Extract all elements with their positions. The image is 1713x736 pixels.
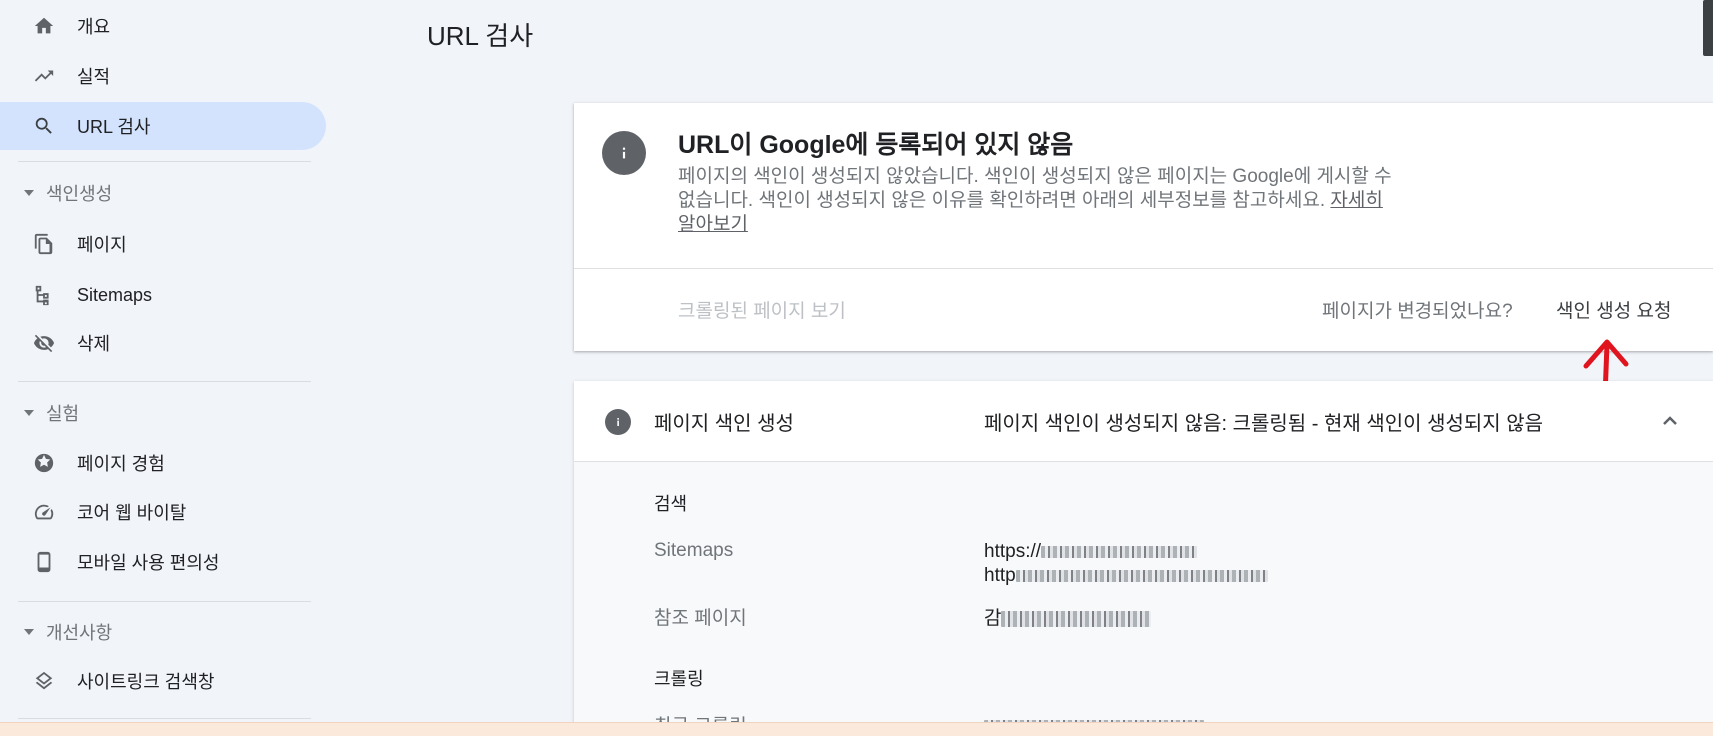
sidebar-item-label: 페이지 xyxy=(77,235,127,255)
sidebar-item-label: Sitemaps xyxy=(77,284,153,305)
referring-page-text: 감 xyxy=(984,608,1002,629)
info-icon xyxy=(605,409,631,435)
pages-icon xyxy=(32,232,56,256)
referring-page-value[interactable]: 감 xyxy=(984,603,1152,630)
crawl-heading: 크롤링 xyxy=(654,669,704,689)
sidebar-item-performance[interactable]: 실적 xyxy=(0,52,326,100)
section-title: 색인생성 xyxy=(46,184,113,204)
sitemaps-label: Sitemaps xyxy=(654,540,734,561)
home-icon xyxy=(32,14,56,38)
sitemap-url-2[interactable]: http xyxy=(984,565,1268,587)
page-indexing-header[interactable]: 페이지 색인 생성 페이지 색인이 생성되지 않음: 크롤링됨 - 현재 색인이… xyxy=(574,381,1713,462)
sitemap-url-1[interactable]: https:// xyxy=(984,541,1198,563)
status-description: 페이지의 색인이 생성되지 않았습니다. 색인이 생성되지 않은 페이지는 Go… xyxy=(678,165,1398,237)
view-crawled-page-button[interactable]: 크롤링된 페이지 보기 xyxy=(678,296,846,323)
sidebar: 개요 실적 URL 검사 색인생성 페이지 Sitemaps 삭제 실험 페이지… xyxy=(0,0,330,736)
sidebar-item-label: 실적 xyxy=(77,67,111,87)
card-actions: 크롤링된 페이지 보기 페이지가 변경되었나요? 색인 생성 요청 xyxy=(574,269,1713,351)
sitemap-url-2-text: http xyxy=(984,565,1016,586)
sidebar-item-label: 페이지 경험 xyxy=(77,454,165,474)
referring-page-label: 참조 페이지 xyxy=(654,608,747,629)
chevron-up-icon[interactable] xyxy=(1660,411,1680,431)
section-experiments[interactable]: 실험 xyxy=(0,395,79,431)
inspection-status-card: URL이 Google에 등록되어 있지 않음 페이지의 색인이 생성되지 않았… xyxy=(574,103,1713,351)
caret-down-icon xyxy=(24,190,34,196)
sidebar-item-sitemaps[interactable]: Sitemaps xyxy=(0,271,326,319)
sidebar-item-overview[interactable]: 개요 xyxy=(0,2,326,50)
discovery-heading: 검색 xyxy=(654,494,688,514)
redacted-text xyxy=(1015,569,1268,582)
eye-off-icon xyxy=(32,331,56,355)
status-title: URL이 Google에 등록되어 있지 않음 xyxy=(678,131,1074,159)
sidebar-divider xyxy=(18,601,311,602)
redacted-text xyxy=(1001,610,1152,627)
sitemap-icon xyxy=(32,283,56,307)
smartphone-icon xyxy=(32,550,56,574)
sidebar-item-core-web-vitals[interactable]: 코어 웹 바이탈 xyxy=(0,488,326,536)
caret-down-icon xyxy=(24,410,34,416)
page-indexing-panel: 페이지 색인 생성 페이지 색인이 생성되지 않음: 크롤링됨 - 현재 색인이… xyxy=(574,381,1713,736)
sidebar-divider xyxy=(18,718,311,719)
sidebar-divider xyxy=(18,381,311,382)
sidebar-item-pages[interactable]: 페이지 xyxy=(0,220,326,268)
sidebar-item-label: URL 검사 xyxy=(77,117,151,137)
request-indexing-button[interactable]: 색인 생성 요청 xyxy=(1556,296,1671,323)
sidebar-item-label: 코어 웹 바이탈 xyxy=(77,503,187,523)
section-enhancements[interactable]: 개선사항 xyxy=(0,614,112,650)
sidebar-item-label: 개요 xyxy=(77,17,111,37)
trending-up-icon xyxy=(32,64,56,88)
page-changed-question: 페이지가 변경되었나요? xyxy=(1322,301,1513,322)
redacted-text xyxy=(1041,545,1198,558)
layers-icon xyxy=(32,669,56,693)
sidebar-item-page-experience[interactable]: 페이지 경험 xyxy=(0,439,326,487)
search-icon xyxy=(32,114,56,138)
account-button[interactable] xyxy=(1703,0,1713,56)
page-title: URL 검사 xyxy=(427,21,534,51)
sidebar-item-url-inspection[interactable]: URL 검사 xyxy=(0,102,326,150)
page-indexing-title: 페이지 색인 생성 xyxy=(654,413,794,435)
page-indexing-status: 페이지 색인이 생성되지 않음: 크롤링됨 - 현재 색인이 생성되지 않음 xyxy=(984,413,1544,435)
sidebar-item-mobile-usability[interactable]: 모바일 사용 편의성 xyxy=(0,538,326,586)
info-icon xyxy=(602,131,646,175)
bottom-bar xyxy=(0,722,1713,736)
page-experience-icon xyxy=(32,451,56,475)
status-description-text: 페이지의 색인이 생성되지 않았습니다. 색인이 생성되지 않은 페이지는 Go… xyxy=(678,166,1392,211)
section-title: 실험 xyxy=(46,404,80,424)
sidebar-item-removals[interactable]: 삭제 xyxy=(0,319,326,367)
caret-down-icon xyxy=(24,629,34,635)
sidebar-item-label: 삭제 xyxy=(77,334,111,354)
sidebar-divider xyxy=(18,161,311,162)
section-indexing[interactable]: 색인생성 xyxy=(0,175,112,211)
sidebar-item-label: 모바일 사용 편의성 xyxy=(77,553,220,573)
sidebar-item-label: 사이트링크 검색창 xyxy=(77,672,215,692)
section-title: 개선사항 xyxy=(46,623,113,643)
sitemap-url-1-text: https:// xyxy=(984,541,1042,562)
sidebar-item-sitelinks-searchbox[interactable]: 사이트링크 검색창 xyxy=(0,657,326,705)
speedometer-icon xyxy=(32,500,56,524)
